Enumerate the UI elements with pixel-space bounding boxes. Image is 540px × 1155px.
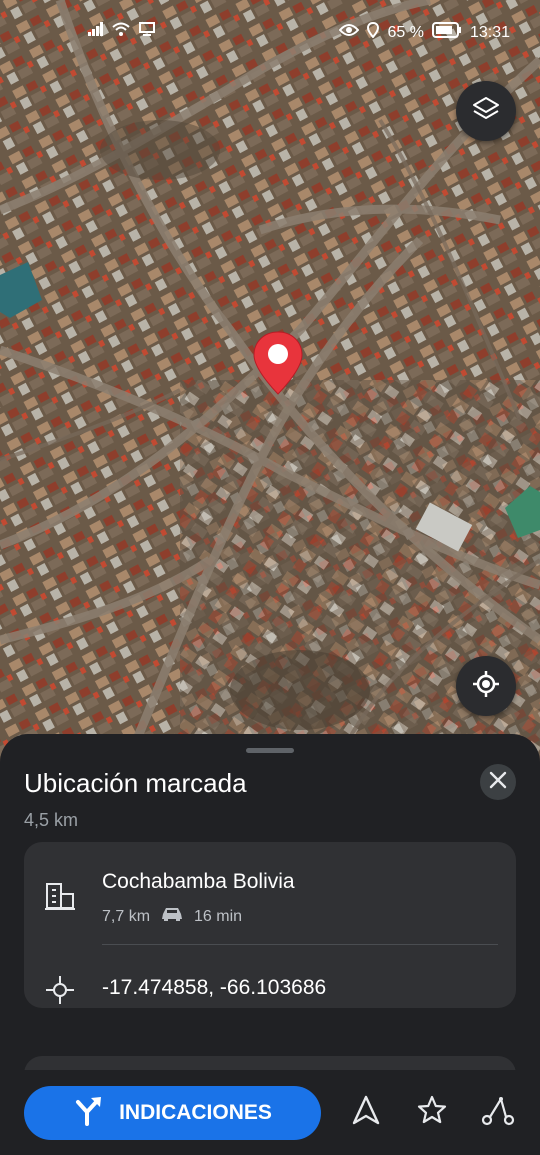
- navigate-arrow-icon: [351, 1094, 381, 1131]
- route-icon: [481, 1094, 515, 1131]
- status-bar: 65 % 13:31: [0, 0, 540, 62]
- action-bar: INDICACIONES: [0, 1070, 540, 1155]
- location-icon: [367, 21, 380, 43]
- my-location-icon: [471, 669, 501, 704]
- place-travel-time: 16 min: [194, 907, 243, 925]
- map-pin-icon: [253, 331, 303, 395]
- status-right: 65 % 13:31: [339, 21, 510, 43]
- eye-icon: [339, 23, 360, 42]
- car-icon: [160, 906, 184, 927]
- status-left: [88, 22, 156, 41]
- save-place-button[interactable]: [412, 1092, 452, 1132]
- directions-icon: [73, 1094, 105, 1132]
- close-icon: [489, 771, 507, 794]
- place-info-card: Cochabamba Bolivia 7,7 km 16 min -17.474…: [24, 842, 516, 1008]
- coordinates-text[interactable]: -17.474858, -66.103686: [102, 976, 326, 1000]
- place-name[interactable]: Cochabamba Bolivia: [102, 870, 295, 894]
- sheet-title: Ubicación marcada: [24, 768, 247, 798]
- my-location-button[interactable]: [456, 656, 516, 716]
- navigate-button[interactable]: [346, 1092, 386, 1132]
- map-layers-button[interactable]: [456, 81, 516, 141]
- clock: 13:31: [469, 23, 510, 41]
- layers-icon: [471, 94, 501, 129]
- route-button[interactable]: [478, 1092, 518, 1132]
- directions-label: INDICACIONES: [119, 1101, 272, 1124]
- card-divider: [102, 944, 498, 945]
- place-distance: 7,7 km: [102, 907, 151, 925]
- signal-icon: [88, 22, 104, 41]
- marked-location-pin[interactable]: [252, 330, 304, 396]
- wifi-icon: [112, 22, 130, 41]
- building-icon: [44, 880, 76, 917]
- directions-button[interactable]: INDICACIONES: [24, 1086, 321, 1140]
- sheet-distance: 4,5 km: [24, 810, 79, 830]
- battery-percent: 65 %: [387, 23, 424, 41]
- screen-cast-icon: [138, 22, 156, 41]
- place-travel-info: 7,7 km 16 min: [102, 906, 242, 927]
- battery-icon: [431, 22, 462, 43]
- sheet-drag-handle[interactable]: [246, 748, 294, 753]
- star-icon: [416, 1094, 448, 1131]
- close-button[interactable]: [480, 764, 516, 800]
- coordinates-icon: [44, 974, 76, 1011]
